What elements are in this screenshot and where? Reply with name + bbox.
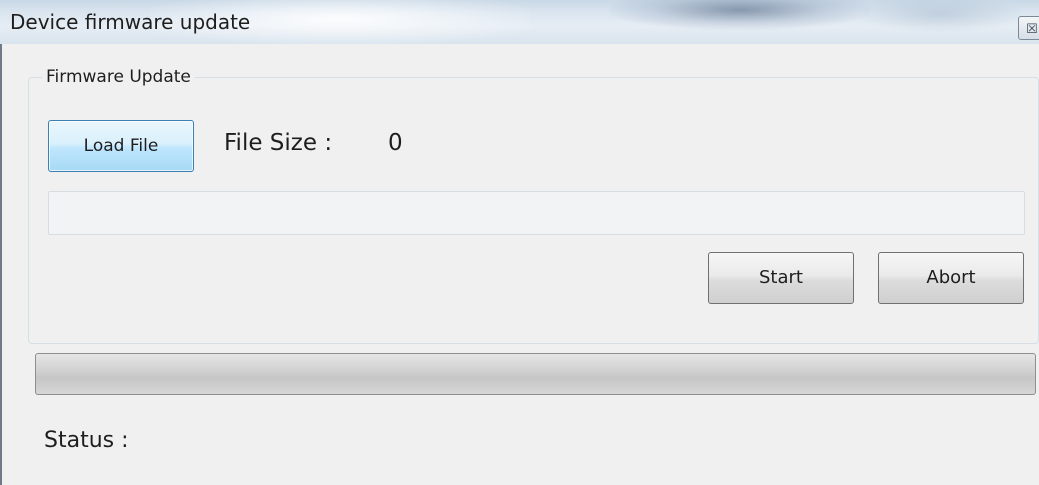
title-bar[interactable]: Device firmware update ☒ — [0, 0, 1039, 44]
client-area: Firmware Update Load File File Size : 0 … — [0, 44, 1039, 485]
groupbox-legend: Firmware Update — [42, 67, 195, 87]
firmware-update-window: Device firmware update ☒ Firmware Update… — [0, 0, 1039, 485]
title-bar-glare — [860, 0, 1020, 32]
title-bar-shadow — [610, 0, 870, 30]
load-file-button[interactable]: Load File — [48, 120, 194, 172]
window-title: Device firmware update — [10, 10, 251, 34]
close-icon: ☒ — [1026, 21, 1038, 36]
close-button[interactable]: ☒ — [1018, 16, 1039, 40]
file-size-label: File Size : — [224, 130, 333, 156]
file-path-field[interactable] — [48, 191, 1025, 235]
status-label: Status : — [44, 428, 129, 453]
start-button[interactable]: Start — [708, 252, 854, 304]
update-progress-bar — [35, 353, 1036, 395]
file-size-value: 0 — [388, 130, 403, 156]
abort-button[interactable]: Abort — [878, 252, 1024, 304]
